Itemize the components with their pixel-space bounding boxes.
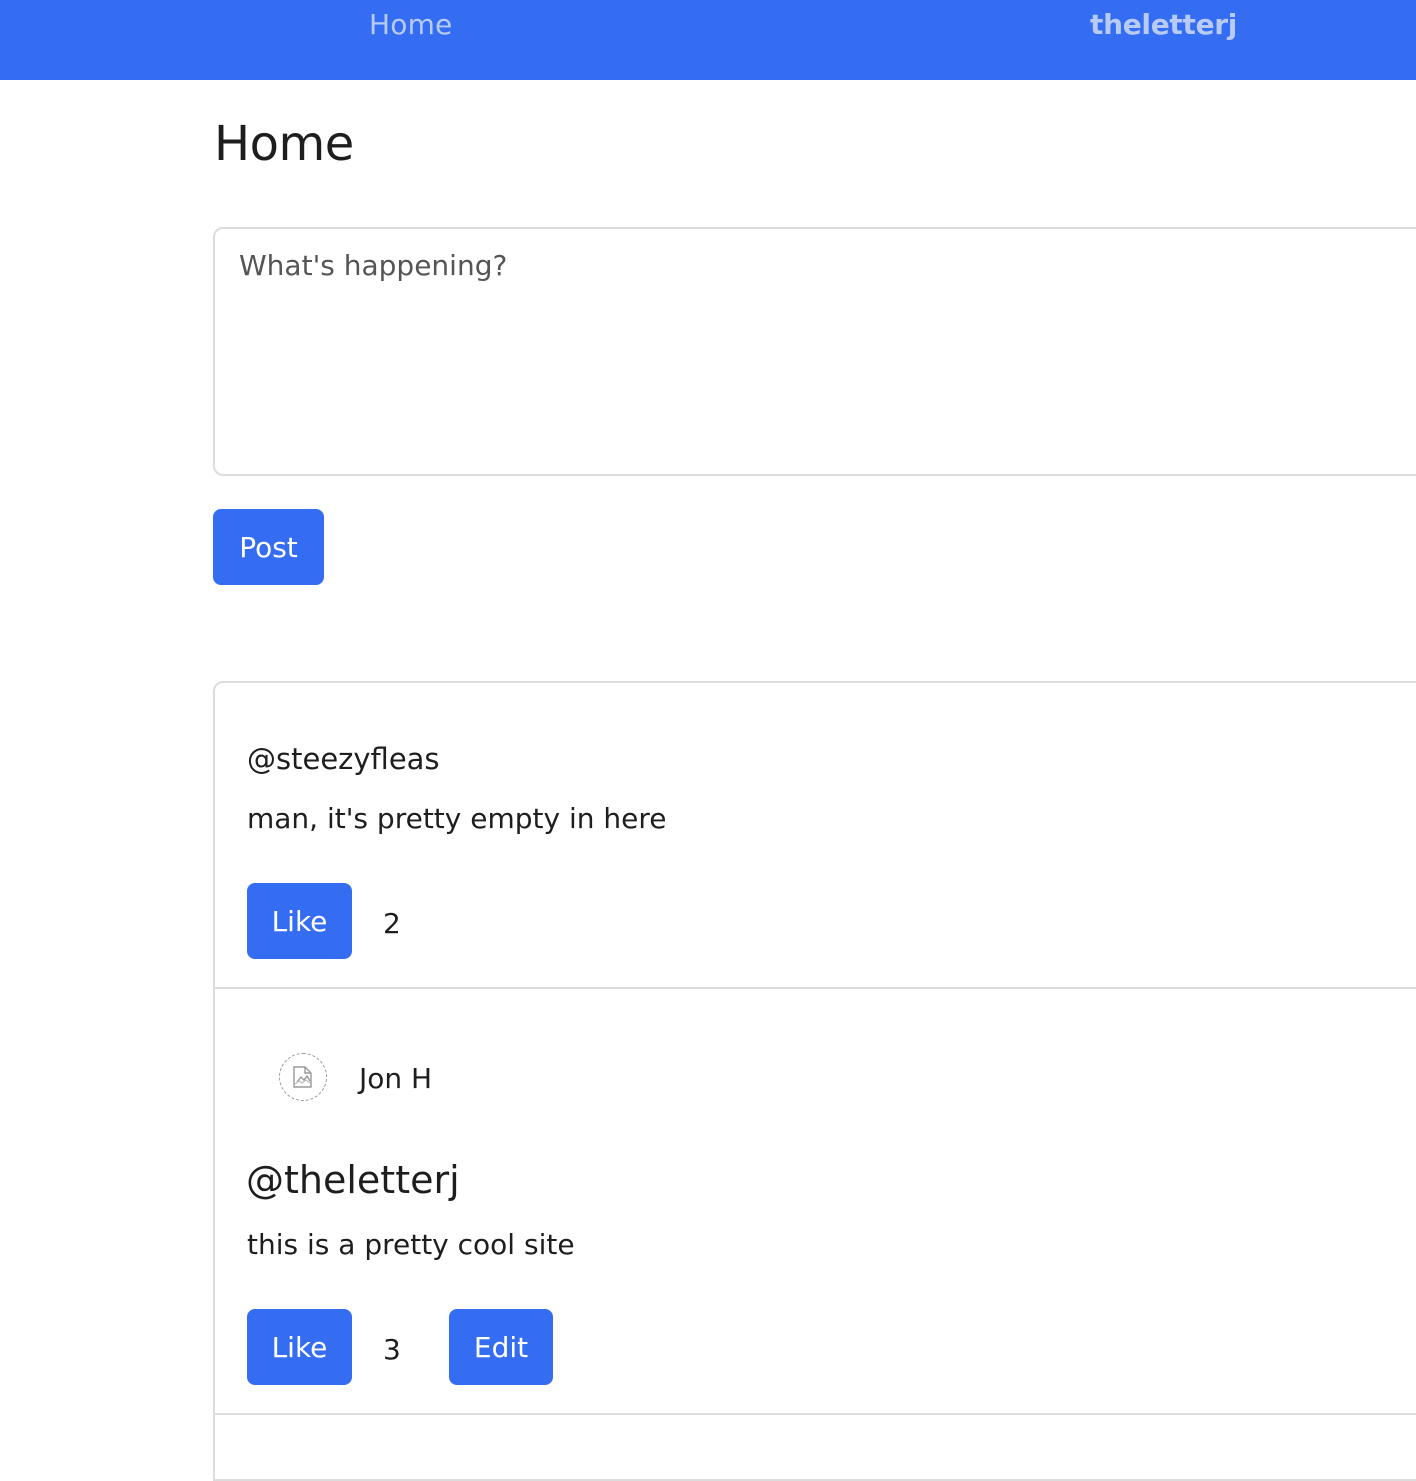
broken-image-icon bbox=[293, 1066, 312, 1088]
brand-link[interactable]: theletterj bbox=[1090, 8, 1237, 41]
post-handle[interactable]: @theletterj bbox=[246, 1158, 460, 1202]
post-composer-input[interactable] bbox=[213, 227, 1416, 476]
page-title: Home bbox=[214, 116, 354, 172]
like-button[interactable]: Like bbox=[247, 1309, 352, 1385]
post-divider bbox=[213, 1413, 1416, 1415]
post-handle[interactable]: @steezyfleas bbox=[247, 742, 440, 776]
post-divider bbox=[213, 987, 1416, 989]
like-button[interactable]: Like bbox=[247, 883, 352, 959]
post-button[interactable]: Post bbox=[213, 509, 324, 585]
top-navigation-bar: Home theletterj bbox=[0, 0, 1416, 80]
avatar[interactable] bbox=[279, 1053, 327, 1101]
post-text: this is a pretty cool site bbox=[247, 1228, 575, 1261]
like-count: 3 bbox=[383, 1333, 401, 1366]
like-count: 2 bbox=[383, 907, 401, 940]
nav-home-link[interactable]: Home bbox=[369, 8, 453, 41]
post-text: man, it's pretty empty in here bbox=[247, 802, 667, 835]
author-name[interactable]: Jon H bbox=[359, 1062, 432, 1095]
edit-button[interactable]: Edit bbox=[449, 1309, 553, 1385]
